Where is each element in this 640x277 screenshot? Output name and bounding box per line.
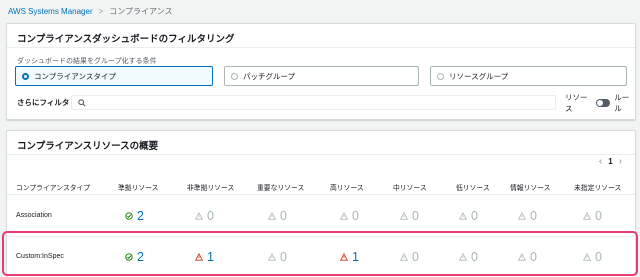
radio-resource-group[interactable]: リソースグループ bbox=[430, 66, 627, 86]
medium-count: 0 bbox=[412, 250, 419, 264]
critical-count: 0 bbox=[280, 250, 287, 264]
filter-panel: コンプライアンスダッシュボードのフィルタリング ダッシュボードの結果をグループ化… bbox=[6, 23, 636, 120]
table-row: Association 2 0 0 0 0 0 0 0 bbox=[7, 196, 635, 237]
breadcrumb-current: コンプライアンス bbox=[109, 6, 173, 16]
column-header: 重要なリソース bbox=[257, 185, 305, 192]
low-cell: 0 bbox=[459, 209, 478, 223]
next-page-icon[interactable]: › bbox=[619, 156, 622, 167]
unspecified-count: 0 bbox=[595, 250, 602, 264]
breadcrumb-chevron-icon: > bbox=[98, 6, 104, 16]
grey-triangle-icon bbox=[268, 253, 276, 261]
filter-panel-header: コンプライアンスダッシュボードのフィルタリング bbox=[7, 24, 635, 48]
compliance-type-cell: Association bbox=[16, 212, 52, 219]
medium-cell: 0 bbox=[400, 209, 419, 223]
noncompliant-cell[interactable]: 1 bbox=[195, 250, 214, 264]
current-page[interactable]: 1 bbox=[608, 157, 612, 166]
breadcrumb-root-link[interactable]: AWS Systems Manager bbox=[8, 7, 93, 16]
unspecified-count: 0 bbox=[595, 209, 602, 223]
unspecified-cell: 0 bbox=[583, 250, 602, 264]
toggle-knob bbox=[597, 99, 604, 106]
compliant-count: 2 bbox=[137, 250, 144, 264]
low-cell: 0 bbox=[459, 250, 478, 264]
info-cell: 0 bbox=[518, 250, 537, 264]
grey-triangle-icon bbox=[583, 253, 591, 261]
compliance-summary-panel: コンプライアンスリソースの概要 ‹ 1 › コンプライアンスタイプ 準拠リソース… bbox=[6, 130, 636, 277]
high-count: 0 bbox=[352, 209, 359, 223]
prev-page-icon[interactable]: ‹ bbox=[599, 156, 602, 167]
info-count: 0 bbox=[530, 209, 537, 223]
resource-rule-toggle[interactable] bbox=[596, 98, 611, 107]
column-header: 非準拠リソース bbox=[187, 185, 235, 192]
group-criteria-label: ダッシュボードの結果をグループ化する条件 bbox=[17, 58, 157, 65]
radio-unselected-icon bbox=[231, 72, 238, 80]
warning-triangle-icon bbox=[340, 253, 348, 261]
info-cell: 0 bbox=[518, 209, 537, 223]
grey-triangle-icon bbox=[518, 212, 526, 220]
warning-triangle-icon bbox=[195, 253, 203, 261]
noncompliant-count: 1 bbox=[207, 250, 214, 264]
grey-triangle-icon bbox=[195, 212, 203, 220]
high-count: 1 bbox=[352, 250, 359, 264]
check-circle-icon bbox=[125, 253, 133, 261]
radio-compliance-type[interactable]: コンプライアンスタイプ bbox=[15, 66, 213, 86]
column-header: 低リソース bbox=[456, 185, 490, 192]
search-icon bbox=[78, 98, 86, 107]
grey-triangle-icon bbox=[400, 253, 408, 261]
radio-selected-icon bbox=[22, 72, 29, 80]
high-cell: 0 bbox=[340, 209, 359, 223]
medium-count: 0 bbox=[412, 209, 419, 223]
column-header: 準拠リソース bbox=[118, 185, 159, 192]
compliant-count: 2 bbox=[137, 209, 144, 223]
column-header: 情報リソース bbox=[510, 185, 551, 192]
noncompliant-cell: 0 bbox=[195, 209, 214, 223]
grey-triangle-icon bbox=[400, 212, 408, 220]
grey-triangle-icon bbox=[340, 212, 348, 220]
critical-cell: 0 bbox=[268, 209, 287, 223]
medium-cell: 0 bbox=[400, 250, 419, 264]
radio-patch-group-label: パッチグループ bbox=[243, 71, 296, 81]
critical-count: 0 bbox=[280, 209, 287, 223]
unspecified-cell: 0 bbox=[583, 209, 602, 223]
radio-compliance-type-label: コンプライアンスタイプ bbox=[34, 71, 116, 81]
info-count: 0 bbox=[530, 250, 537, 264]
critical-cell: 0 bbox=[268, 250, 287, 264]
breadcrumb: AWS Systems Manager > コンプライアンス bbox=[8, 4, 173, 18]
radio-resource-group-label: リソースグループ bbox=[449, 71, 509, 81]
radio-unselected-icon bbox=[437, 72, 444, 80]
grey-triangle-icon bbox=[459, 212, 467, 220]
toggle-right-label: ルール bbox=[614, 92, 630, 113]
table-row: Custom:InSpec 2 1 0 1 0 0 0 0 bbox=[7, 237, 635, 277]
check-circle-icon bbox=[125, 212, 133, 220]
pagination: ‹ 1 › bbox=[595, 156, 626, 167]
low-count: 0 bbox=[471, 250, 478, 264]
filter-search-input[interactable] bbox=[71, 95, 556, 110]
further-filter-label: さらにフィルタ bbox=[17, 97, 70, 107]
noncompliant-count: 0 bbox=[207, 209, 214, 223]
column-header: コンプライアンスタイプ bbox=[16, 185, 91, 192]
table-header: コンプライアンスタイプ 準拠リソース 非準拠リソース 重要なリソース 高リソース… bbox=[7, 177, 635, 195]
radio-patch-group[interactable]: パッチグループ bbox=[224, 66, 419, 86]
filter-panel-title: コンプライアンスダッシュボードのフィルタリング bbox=[17, 34, 235, 45]
high-cell[interactable]: 1 bbox=[340, 250, 359, 264]
column-header: 未指定リソース bbox=[574, 185, 622, 192]
summary-panel-title: コンプライアンスリソースの概要 bbox=[17, 141, 159, 152]
low-count: 0 bbox=[471, 209, 478, 223]
grey-triangle-icon bbox=[583, 212, 591, 220]
toggle-left-label: リソース bbox=[565, 92, 588, 113]
column-header: 高リソース bbox=[330, 185, 364, 192]
grey-triangle-icon bbox=[459, 253, 467, 261]
resource-rule-toggle-group: リソース ルール bbox=[565, 93, 635, 113]
compliant-cell[interactable]: 2 bbox=[125, 209, 144, 223]
summary-panel-header: コンプライアンスリソースの概要 bbox=[7, 131, 635, 155]
compliance-type-cell: Custom:InSpec bbox=[16, 253, 64, 260]
grey-triangle-icon bbox=[518, 253, 526, 261]
compliant-cell[interactable]: 2 bbox=[125, 250, 144, 264]
column-header: 中リソース bbox=[393, 185, 427, 192]
grey-triangle-icon bbox=[268, 212, 276, 220]
